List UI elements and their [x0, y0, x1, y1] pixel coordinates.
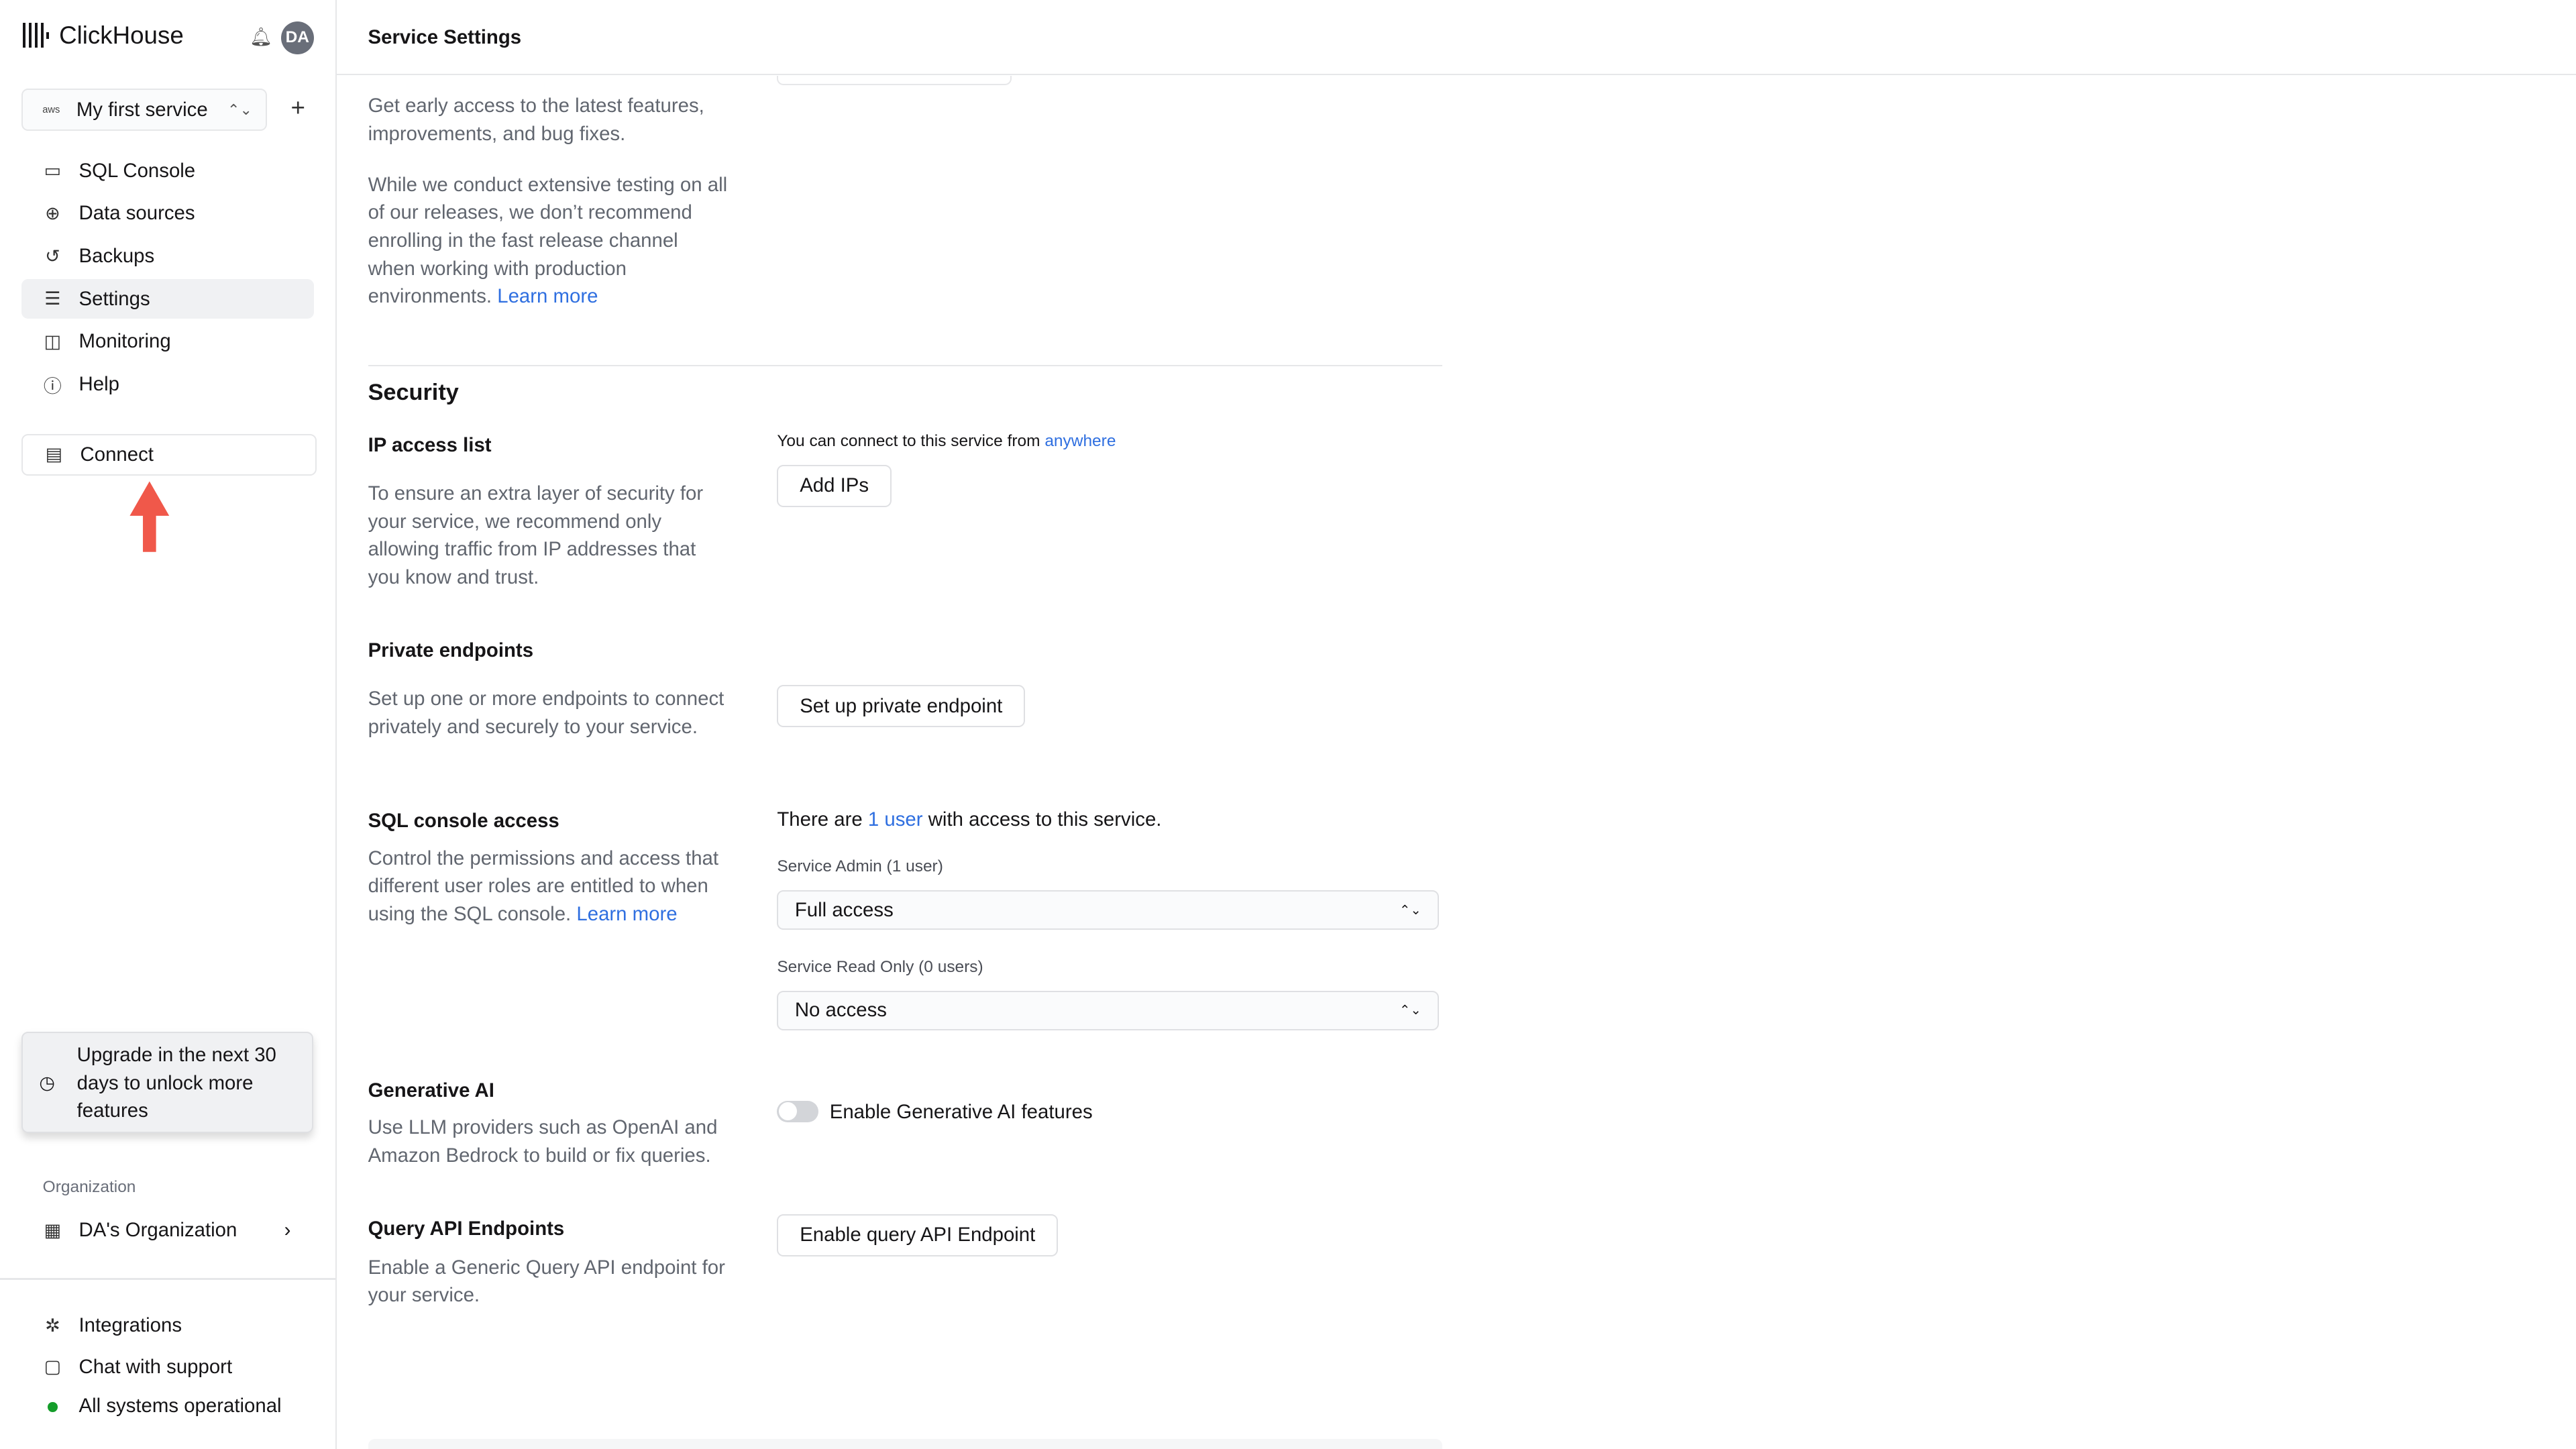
puzzle-icon: ✲	[45, 1315, 60, 1336]
status-prefix: There are	[777, 808, 863, 830]
building-icon: ▦	[44, 1220, 62, 1240]
query-api-description: Enable a Generic Query API endpoint for …	[368, 1256, 725, 1307]
enable-query-api-button[interactable]: Enable query API Endpoint	[777, 1214, 1059, 1256]
sql-console-access-description: Control the permissions and access that …	[368, 845, 738, 928]
ip-access-description: To ensure an extra layer of security for…	[368, 482, 704, 588]
sidebar-item-label: Monitoring	[78, 330, 171, 353]
sql-console-icon: ▭	[44, 160, 62, 181]
logo[interactable]: ClickHouse	[23, 21, 184, 50]
upgrade-text: Upgrade in the next 30 days to unlock mo…	[76, 1044, 276, 1122]
system-status[interactable]: All systems operational	[21, 1387, 314, 1426]
sidebar-item-label: SQL Console	[78, 159, 196, 182]
release-warning: While we conduct extensive testing on al…	[368, 171, 730, 311]
ip-access-status: You can connect to this service from any…	[777, 432, 1116, 451]
sql-console-access-title: SQL console access	[368, 810, 559, 833]
organization-label: Organization	[42, 1177, 136, 1196]
generative-ai-toggle-label: Enable Generative AI features	[829, 1100, 1093, 1123]
sidebar-item-monitoring[interactable]: ◫ Monitoring	[21, 322, 314, 362]
ip-access-title: IP access list	[368, 433, 492, 456]
service-readonly-select[interactable]: No access ⌃⌄	[777, 990, 1440, 1030]
connect-label: Connect	[80, 443, 154, 466]
sidebar-item-settings[interactable]: ☰ Settings	[21, 279, 314, 319]
private-endpoints-title: Private endpoints	[368, 639, 534, 661]
monitoring-icon: ◫	[44, 331, 62, 352]
page-header: Service Settings	[337, 0, 2576, 76]
sidebar-item-sql-console[interactable]: ▭ SQL Console	[21, 151, 314, 191]
generative-ai-title: Generative AI	[368, 1079, 494, 1102]
organization-selector[interactable]: ▦ DA's Organization ›	[21, 1211, 314, 1250]
sidebar-item-label: Help	[78, 373, 119, 396]
chevron-updown-icon: ⌃⌄	[227, 101, 252, 118]
backups-icon: ↺	[45, 246, 60, 266]
service-admin-select[interactable]: Full access ⌃⌄	[777, 890, 1440, 930]
annotation-arrow-icon	[129, 481, 170, 552]
setup-private-endpoint-button[interactable]: Set up private endpoint	[777, 685, 1026, 727]
query-api-title: Query API Endpoints	[368, 1217, 565, 1240]
divider	[0, 1278, 335, 1280]
data-sources-icon: ⊕	[45, 203, 60, 223]
status-dot-icon	[43, 1396, 62, 1417]
learn-more-link[interactable]: Learn more	[497, 285, 598, 307]
service-admin-label: Service Admin (1 user)	[777, 857, 943, 876]
aws-icon: aws	[42, 104, 60, 115]
chevron-updown-icon: ⌃⌄	[1399, 1003, 1421, 1018]
generative-ai-toggle[interactable]	[777, 1100, 818, 1122]
section-divider	[368, 364, 1443, 367]
connect-icon: ▤	[45, 444, 63, 465]
private-endpoints-description: Set up one or more endpoints to connect …	[368, 688, 724, 738]
ip-status-text: You can connect to this service from	[777, 432, 1040, 451]
status-suffix: with access to this service.	[928, 808, 1162, 830]
generative-ai-description: Use LLM providers such as OpenAI and Ama…	[368, 1116, 718, 1167]
settings-icon: ☰	[44, 288, 61, 309]
sidebar-item-label: Integrations	[78, 1314, 182, 1337]
sql-access-status: There are 1 user with access to this ser…	[777, 808, 1161, 831]
anywhere-link[interactable]: anywhere	[1044, 432, 1116, 450]
service-readonly-value: No access	[794, 999, 887, 1022]
sidebar-item-integrations[interactable]: ✲ Integrations	[21, 1306, 314, 1346]
service-name: My first service	[76, 98, 208, 121]
upgrade-banner[interactable]: ◷ Upgrade in the next 30 days to unlock …	[21, 1031, 313, 1133]
status-label: All systems operational	[78, 1395, 282, 1417]
connect-button[interactable]: ▤ Connect	[21, 433, 317, 476]
sidebar: ClickHouse 🔔︎ DA aws My first service ⌃⌄…	[0, 0, 337, 1449]
security-heading: Security	[368, 379, 459, 405]
clickhouse-logo-icon	[23, 23, 50, 48]
page-title: Service Settings	[368, 26, 522, 49]
chevron-updown-icon: ⌃⌄	[1399, 902, 1421, 918]
chat-icon: ▢	[44, 1356, 62, 1377]
next-section-card	[368, 1439, 1443, 1449]
service-readonly-label: Service Read Only (0 users)	[777, 957, 983, 976]
sidebar-item-backups[interactable]: ↺ Backups	[21, 237, 314, 276]
avatar[interactable]: DA	[280, 21, 314, 54]
sidebar-item-label: Settings	[78, 287, 150, 310]
sidebar-item-label: Data sources	[78, 202, 195, 225]
brand-name: ClickHouse	[59, 21, 184, 49]
sidebar-item-help[interactable]: ⓘ Help	[21, 365, 314, 405]
release-description: Get early access to the latest features,…	[368, 95, 704, 145]
organization-name: DA's Organization	[78, 1219, 237, 1242]
clock-icon: ◷	[39, 1072, 55, 1093]
bell-icon[interactable]: 🔔︎	[250, 26, 272, 48]
sidebar-item-data-sources[interactable]: ⊕ Data sources	[21, 194, 314, 233]
service-selector[interactable]: aws My first service ⌃⌄	[21, 89, 268, 131]
add-ips-button[interactable]: Add IPs	[777, 465, 892, 507]
release-channel-select[interactable]	[777, 75, 1012, 85]
sidebar-item-label: Backups	[78, 245, 155, 268]
sidebar-item-chat-support[interactable]: ▢ Chat with support	[21, 1347, 314, 1387]
add-service-button[interactable]: +	[290, 94, 305, 122]
users-link[interactable]: 1 user	[868, 808, 923, 830]
help-icon: ⓘ	[43, 376, 62, 396]
sidebar-item-label: Chat with support	[78, 1355, 233, 1378]
learn-more-link[interactable]: Learn more	[576, 903, 677, 925]
chevron-right-icon: ›	[284, 1219, 291, 1242]
service-admin-value: Full access	[794, 898, 894, 921]
